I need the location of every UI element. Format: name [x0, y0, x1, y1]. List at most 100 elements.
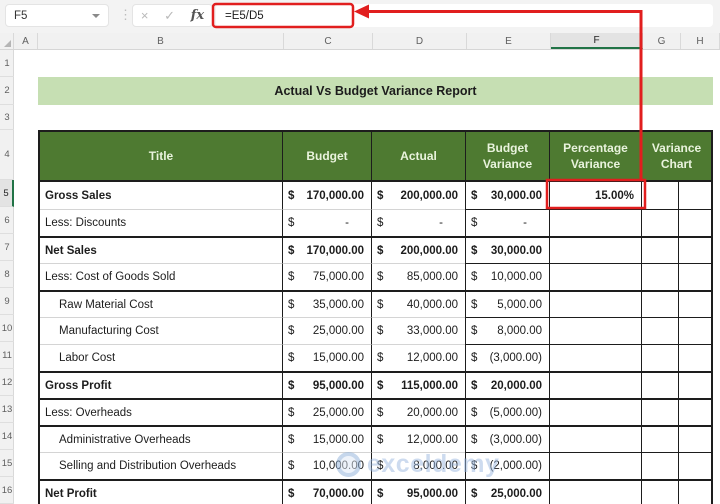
cell-title[interactable]: Raw Material Cost: [40, 290, 282, 317]
cell-percentage-variance[interactable]: [549, 371, 641, 398]
column-header-cell[interactable]: Percentage Variance: [549, 132, 641, 180]
cell-variance-chart[interactable]: [678, 344, 711, 371]
cell-title[interactable]: Net Profit: [40, 479, 282, 504]
cell-percentage-variance[interactable]: [549, 317, 641, 344]
cell-budget-variance[interactable]: $ (3,000.00): [465, 425, 549, 452]
insert-function-icon[interactable]: fx: [191, 9, 204, 22]
cell-variance-chart[interactable]: [641, 452, 678, 479]
cell-actual[interactable]: $85,000.00: [371, 263, 465, 290]
cell-actual[interactable]: $20,000.00: [371, 398, 465, 425]
cell-variance-chart[interactable]: [641, 263, 678, 290]
column-header-cell[interactable]: Budget Variance: [465, 132, 549, 180]
row-header-7[interactable]: 7: [0, 234, 14, 261]
column-header-A[interactable]: A: [14, 33, 38, 49]
cell-actual[interactable]: $12,000.00: [371, 425, 465, 452]
cell-actual[interactable]: $95,000.00: [371, 479, 465, 504]
row-header-13[interactable]: 13: [0, 396, 14, 423]
cell-budget-variance[interactable]: $10,000.00: [465, 263, 549, 290]
cell-variance-chart[interactable]: [678, 182, 711, 209]
cell-title[interactable]: Less: Overheads: [40, 398, 282, 425]
formula-input[interactable]: =E5/D5: [216, 4, 713, 27]
cell-budget[interactable]: $25,000.00: [282, 317, 371, 344]
cell-variance-chart[interactable]: [678, 209, 711, 236]
column-header-B[interactable]: B: [38, 33, 284, 49]
cell-budget-variance[interactable]: $ -: [465, 209, 549, 236]
cell-variance-chart[interactable]: [641, 209, 678, 236]
cell-variance-chart[interactable]: [678, 479, 711, 504]
column-header-cell[interactable]: Budget: [282, 132, 371, 180]
cell-percentage-variance[interactable]: [549, 209, 641, 236]
cell-variance-chart[interactable]: [641, 425, 678, 452]
row-header-14[interactable]: 14: [0, 423, 14, 450]
cell-title[interactable]: Less: Cost of Goods Sold: [40, 263, 282, 290]
cell-percentage-variance[interactable]: [549, 344, 641, 371]
column-header-cell[interactable]: Actual: [371, 132, 465, 180]
cell-actual[interactable]: $ -: [371, 209, 465, 236]
cell-title[interactable]: Labor Cost: [40, 344, 282, 371]
cell-budget-variance[interactable]: $20,000.00: [465, 371, 549, 398]
row-header-5[interactable]: 5: [0, 180, 14, 207]
row-header-6[interactable]: 6: [0, 207, 14, 234]
column-header-cell[interactable]: Variance Chart: [641, 132, 711, 180]
cell-variance-chart[interactable]: [678, 317, 711, 344]
column-header-H[interactable]: H: [681, 33, 720, 49]
column-header-D[interactable]: D: [373, 33, 467, 49]
cell-budget[interactable]: $170,000.00: [282, 182, 371, 209]
cell-title[interactable]: Gross Profit: [40, 371, 282, 398]
cell-variance-chart[interactable]: [678, 452, 711, 479]
cell-variance-chart[interactable]: [678, 236, 711, 263]
name-box[interactable]: F5: [5, 4, 109, 27]
column-header-cell[interactable]: Title: [40, 132, 282, 180]
row-header-2[interactable]: 2: [0, 77, 14, 105]
cell-budget-variance[interactable]: $25,000.00: [465, 479, 549, 504]
cell-budget-variance[interactable]: $8,000.00: [465, 317, 549, 344]
chevron-down-icon[interactable]: [92, 13, 100, 18]
cell-actual[interactable]: $33,000.00: [371, 317, 465, 344]
row-header-1[interactable]: 1: [0, 50, 14, 77]
cell-budget[interactable]: $35,000.00: [282, 290, 371, 317]
cell-budget-variance[interactable]: $30,000.00: [465, 182, 549, 209]
cell-variance-chart[interactable]: [678, 371, 711, 398]
cell-variance-chart[interactable]: [641, 182, 678, 209]
cell-budget[interactable]: $170,000.00: [282, 236, 371, 263]
cell-percentage-variance[interactable]: [549, 398, 641, 425]
cell-variance-chart[interactable]: [641, 398, 678, 425]
cell-budget-variance[interactable]: $5,000.00: [465, 290, 549, 317]
cell-title[interactable]: Less: Discounts: [40, 209, 282, 236]
cell-budget-variance[interactable]: $ (3,000.00): [465, 344, 549, 371]
enter-icon[interactable]: ✓: [164, 9, 175, 22]
cell-percentage-variance[interactable]: [549, 290, 641, 317]
cell-percentage-variance[interactable]: [549, 452, 641, 479]
cell-title[interactable]: Net Sales: [40, 236, 282, 263]
column-header-F[interactable]: F: [551, 33, 643, 49]
cell-variance-chart[interactable]: [678, 263, 711, 290]
cell-variance-chart[interactable]: [641, 344, 678, 371]
cell-budget[interactable]: $15,000.00: [282, 425, 371, 452]
cell-variance-chart[interactable]: [641, 371, 678, 398]
cell-actual[interactable]: $40,000.00: [371, 290, 465, 317]
cell-title[interactable]: Selling and Distribution Overheads: [40, 452, 282, 479]
cell-budget-variance[interactable]: $30,000.00: [465, 236, 549, 263]
cell-budget-variance[interactable]: $ (5,000.00): [465, 398, 549, 425]
cell-title[interactable]: Gross Sales: [40, 182, 282, 209]
row-header-10[interactable]: 10: [0, 315, 14, 342]
cell-variance-chart[interactable]: [678, 425, 711, 452]
row-header-9[interactable]: 9: [0, 288, 14, 315]
report-title-banner[interactable]: Actual Vs Budget Variance Report: [38, 77, 713, 105]
cell-variance-chart[interactable]: [641, 236, 678, 263]
cell-percentage-variance[interactable]: [549, 236, 641, 263]
cell-percentage-variance[interactable]: [549, 425, 641, 452]
row-header-3[interactable]: 3: [0, 105, 14, 130]
cell-budget[interactable]: $ -: [282, 209, 371, 236]
cell-budget[interactable]: $70,000.00: [282, 479, 371, 504]
cell-actual[interactable]: $115,000.00: [371, 371, 465, 398]
cancel-icon[interactable]: ×: [141, 9, 149, 22]
column-header-G[interactable]: G: [643, 33, 681, 49]
cell-percentage-variance[interactable]: [549, 479, 641, 504]
row-header-8[interactable]: 8: [0, 261, 14, 288]
row-header-4[interactable]: 4: [0, 130, 14, 180]
row-header-15[interactable]: 15: [0, 450, 14, 477]
cell-variance-chart[interactable]: [641, 317, 678, 344]
column-header-C[interactable]: C: [284, 33, 373, 49]
row-header-12[interactable]: 12: [0, 369, 14, 396]
